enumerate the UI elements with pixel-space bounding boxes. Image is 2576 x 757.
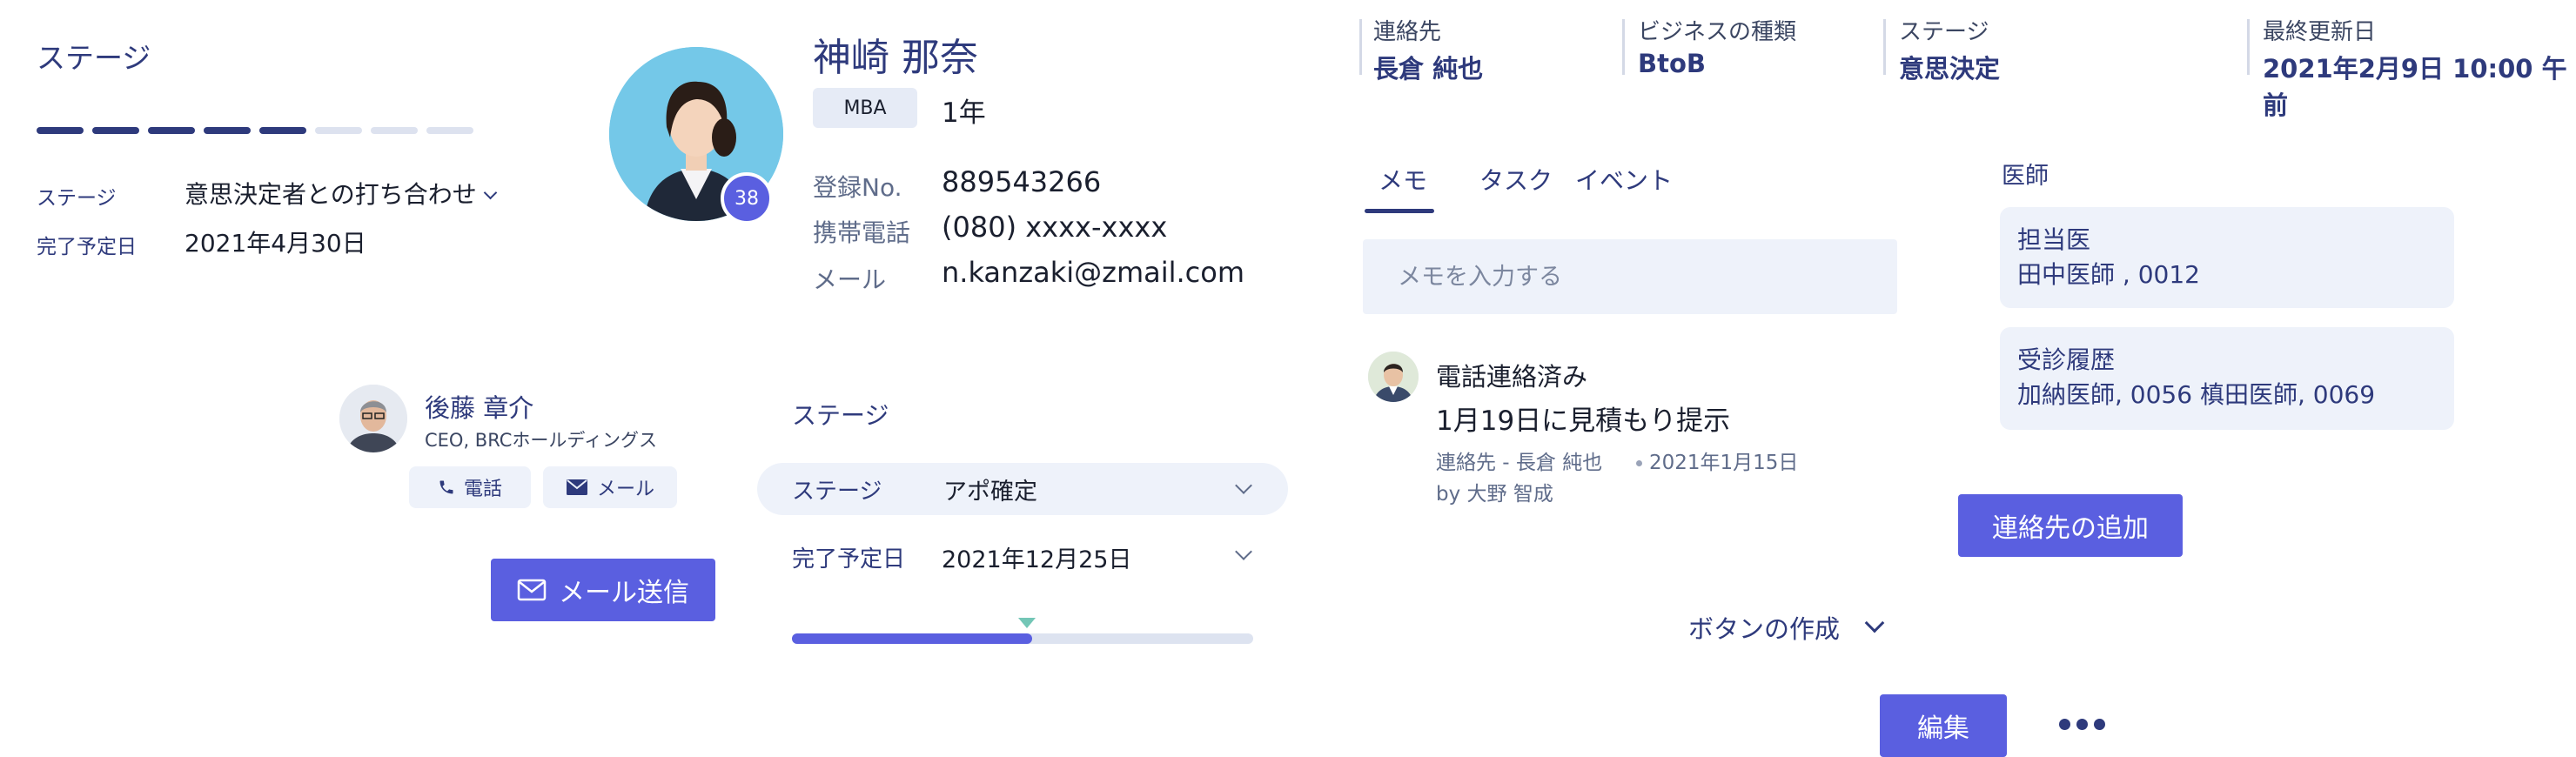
- stage-progress-segment: [148, 127, 195, 134]
- notification-count-badge: 38: [721, 172, 773, 224]
- activity-contact: 連絡先 - 長倉 純也: [1436, 452, 1603, 474]
- profile-name: 神崎 那奈: [813, 36, 978, 80]
- stage-panel-title: ステージ: [37, 41, 151, 75]
- stage-progress-bar: [37, 127, 473, 134]
- header-divider: [1359, 19, 1362, 75]
- more-options-icon[interactable]: [2059, 719, 2105, 730]
- call-button[interactable]: 電話: [409, 466, 531, 508]
- header-stage-value: 意思決定: [1899, 54, 2001, 84]
- stage-progress-segment: [92, 127, 139, 134]
- doctor-card-history[interactable]: 受診履歴 加納医師, 0056 槙田医師, 0069: [2000, 327, 2454, 430]
- due-date-label: 完了予定日: [37, 236, 137, 258]
- chevron-down-icon[interactable]: [1235, 543, 1252, 560]
- stage-progress-segment: [204, 127, 251, 134]
- stage-progress-segment: [371, 127, 418, 134]
- tab-memo[interactable]: メモ: [1379, 162, 1427, 197]
- mid-stage-title: ステージ: [792, 401, 889, 430]
- contact-person-name: 後藤 章介: [425, 393, 534, 423]
- mobile-phone-label: 携帯電話: [813, 218, 911, 247]
- mid-due-date-value[interactable]: 2021年12月25日: [942, 540, 1131, 574]
- stage-label: ステージ: [37, 187, 117, 210]
- progress-marker-icon: [1018, 618, 1036, 628]
- envelope-icon: [517, 579, 547, 601]
- activity-date: 2021年1月15日: [1636, 445, 1798, 475]
- stage-select[interactable]: 意思決定者との打ち合わせ: [184, 176, 498, 211]
- email-value[interactable]: n.kanzaki@zmail.com: [942, 256, 1244, 289]
- call-button-label: 電話: [463, 479, 502, 500]
- tab-tasks[interactable]: タスク: [1479, 162, 1553, 197]
- mail-icon: [566, 479, 587, 495]
- due-date-value: 2021年4月30日: [184, 229, 366, 258]
- edit-button[interactable]: 編集: [1880, 694, 2007, 757]
- create-button-dropdown[interactable]: ボタンの作成: [1688, 609, 1885, 646]
- header-divider: [1883, 19, 1886, 75]
- registration-label: 登録No.: [813, 173, 902, 202]
- chevron-down-icon: [1864, 613, 1885, 633]
- email-label: メール: [813, 265, 887, 294]
- mid-stage-label: ステージ: [792, 479, 882, 505]
- doctor-card-history-label: 受診履歴: [2017, 345, 2116, 374]
- activity-author-avatar: [1368, 352, 1419, 402]
- doctor-card-assigned[interactable]: 担当医 田中医師 , 0012: [2000, 207, 2454, 308]
- active-tab-indicator: [1365, 209, 1434, 213]
- mobile-phone-value[interactable]: (080) xxxx-xxxx: [942, 211, 1167, 244]
- activity-date-value: 2021年1月15日: [1649, 452, 1799, 474]
- mail-button-label: メール: [596, 479, 654, 500]
- tenure-years: 1年: [942, 97, 986, 129]
- chevron-down-icon: [483, 185, 498, 200]
- stage-select-value: 意思決定者との打ち合わせ: [184, 180, 477, 209]
- registration-value: 889543266: [942, 165, 1102, 198]
- activity-text: 1月19日に見積もり提示: [1436, 405, 1731, 437]
- header-divider: [1622, 19, 1625, 75]
- bullet-icon: [1636, 460, 1642, 466]
- header-business-type-label: ビジネスの種類: [1638, 19, 1797, 45]
- contact-person-avatar: [339, 385, 407, 452]
- header-divider: [2247, 19, 2250, 75]
- degree-tag: MBA: [813, 88, 917, 128]
- stage-progress-segment: [426, 127, 473, 134]
- mid-stage-value: アポ確定: [943, 479, 1037, 506]
- contact-person-title: CEO, BRCホールディングス: [425, 430, 657, 451]
- send-mail-button-label: メール送信: [559, 578, 689, 608]
- doctor-card-assigned-label: 担当医: [2017, 225, 2091, 254]
- header-business-type-value: BtoB: [1638, 49, 1706, 78]
- add-contact-button[interactable]: 連絡先の追加: [1958, 494, 2183, 557]
- header-updated-label: 最終更新日: [2263, 19, 2377, 45]
- header-contact-value[interactable]: 長倉 純也: [1373, 49, 1483, 85]
- activity-author: by 大野 智成: [1436, 483, 1553, 506]
- memo-input[interactable]: [1363, 239, 1897, 314]
- doctor-card-history-value: 加納医師, 0056 槙田医師, 0069: [2017, 380, 2376, 409]
- mid-due-date-label: 完了予定日: [792, 546, 906, 573]
- create-button-label: ボタンの作成: [1688, 614, 1841, 644]
- mid-stage-progress-fill: [792, 633, 1032, 644]
- doctor-card-assigned-value: 田中医師 , 0012: [2017, 260, 2200, 289]
- stage-progress-segment: [37, 127, 84, 134]
- send-mail-button[interactable]: メール送信: [491, 559, 715, 621]
- header-stage-label: ステージ: [1899, 19, 1989, 45]
- stage-progress-segment: [259, 127, 306, 134]
- activity-title: 電話連絡済み: [1436, 362, 1588, 392]
- doctors-title: 医師: [2002, 163, 2049, 190]
- mail-button[interactable]: メール: [543, 466, 677, 508]
- header-updated-value: 2021年2月9日 10:00 午前: [2263, 54, 2567, 120]
- stage-progress-segment: [315, 127, 362, 134]
- header-contact-label: 連絡先: [1373, 19, 1442, 45]
- tab-events[interactable]: イベント: [1575, 162, 1673, 197]
- phone-icon: [439, 480, 453, 494]
